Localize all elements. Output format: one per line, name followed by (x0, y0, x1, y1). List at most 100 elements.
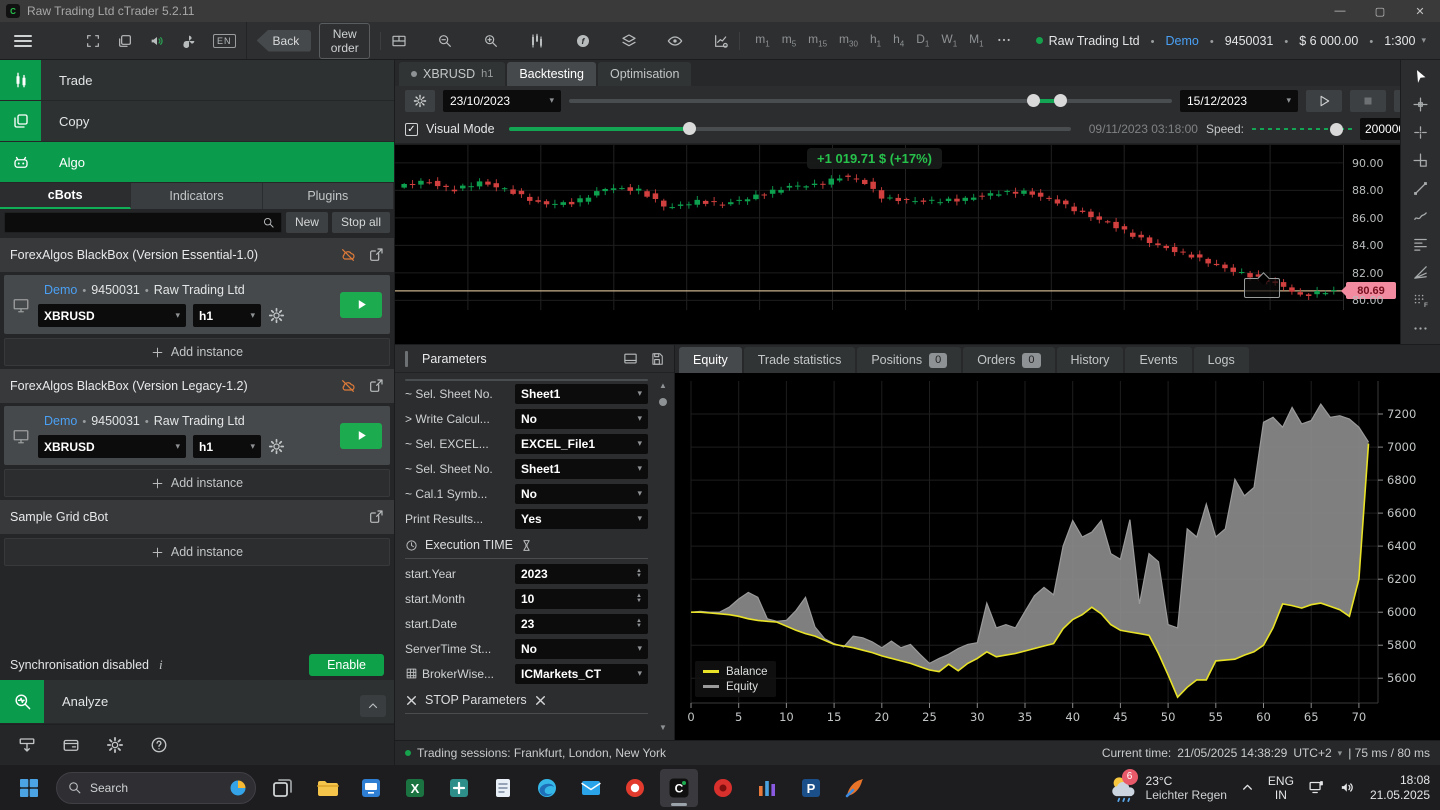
candles-icon[interactable] (529, 33, 545, 49)
taskbar-clock[interactable]: 18:08 21.05.2025 (1370, 773, 1430, 803)
price-axis[interactable]: 80.69 90.0088.0086.0084.0082.0080.00 (1343, 145, 1400, 310)
param-select[interactable]: EXCEL_File1▾ (515, 434, 648, 454)
taskbar-search[interactable]: Search (56, 772, 256, 804)
info-icon[interactable]: i (159, 657, 163, 673)
eye-icon[interactable] (667, 33, 683, 49)
timeframe-W1[interactable]: W1 (941, 32, 957, 48)
param-select[interactable]: ICMarkets_CT▾ (515, 664, 648, 684)
range-handle-end[interactable] (1054, 94, 1067, 107)
backtest-settings-button[interactable] (405, 90, 435, 112)
param-stepper[interactable]: 2023▲▼ (515, 564, 648, 584)
cursor-icon[interactable] (1412, 68, 1429, 85)
parameters-scrollbar[interactable]: ▲▼ (657, 381, 669, 732)
taskbar-app-rocket-app-icon[interactable] (836, 769, 874, 807)
menu-icon[interactable] (14, 35, 32, 47)
weather-widget[interactable]: 6 23°CLeichter Regen (1102, 773, 1227, 803)
withdraw-icon[interactable] (18, 736, 36, 754)
pattern-icon[interactable]: F (1412, 292, 1429, 309)
wallet-icon[interactable] (62, 736, 80, 754)
taskbar-app-teal-app-icon[interactable] (440, 769, 478, 807)
param-section-execution-time[interactable]: Execution TIME (405, 533, 648, 557)
share-icon[interactable] (368, 378, 384, 394)
indicators-icon[interactable]: f (575, 33, 591, 49)
minimize-button[interactable]: — (1320, 0, 1360, 22)
visual-progress-slider[interactable] (509, 118, 1071, 140)
new-order-button[interactable]: New order (319, 23, 370, 59)
visual-mode-checkbox[interactable]: ✓ (405, 123, 418, 136)
taskbar-app-task-view-icon[interactable] (264, 769, 302, 807)
zoom-out-icon[interactable] (437, 33, 453, 49)
crosshair-icon[interactable] (1412, 96, 1429, 113)
back-button[interactable]: Back (257, 30, 312, 52)
collapse-sidebar-button[interactable] (360, 695, 386, 717)
help-icon[interactable] (150, 736, 168, 754)
visual-progress-handle[interactable] (683, 122, 696, 135)
speed-slider[interactable] (1252, 118, 1352, 140)
volume-icon[interactable] (1339, 779, 1356, 796)
display-icon[interactable] (1308, 779, 1325, 796)
cbot-header[interactable]: ForexAlgos BlackBox (Version Essential-1… (0, 238, 394, 272)
param-select[interactable]: Yes▾ (515, 509, 648, 529)
sidebar-item-algo[interactable]: Algo (0, 142, 394, 183)
zoom-in-icon[interactable] (483, 33, 499, 49)
speed-handle[interactable] (1330, 123, 1343, 136)
play-backtest-button[interactable] (1306, 90, 1342, 112)
sidebar-item-trade[interactable]: Trade (0, 60, 394, 101)
taskbar-app-excel-icon[interactable]: X (396, 769, 434, 807)
language-icon[interactable]: EN (213, 34, 236, 48)
start-cbot-button[interactable] (340, 292, 382, 318)
save-icon[interactable] (650, 352, 664, 366)
gear-icon[interactable] (268, 307, 285, 324)
tab-backtesting[interactable]: Backtesting (507, 62, 596, 86)
equity-chart[interactable]: 5600580060006200640066006800700072000510… (675, 373, 1440, 740)
timeframe-h1[interactable]: h1 (870, 32, 881, 48)
close-button[interactable]: ✕ (1400, 0, 1440, 22)
timeframe-m15[interactable]: m15 (808, 32, 827, 48)
maximize-button[interactable]: ▢ (1360, 0, 1400, 22)
cloud-off-icon[interactable] (340, 247, 356, 263)
param-select[interactable]: Sheet1▾ (515, 384, 648, 404)
fibonacci-icon[interactable] (1412, 236, 1429, 253)
fullscreen-icon[interactable] (85, 33, 101, 49)
add-instance-button[interactable]: Add instance (4, 538, 390, 566)
add-instance-button[interactable]: Add instance (4, 338, 390, 366)
cbot-header[interactable]: ForexAlgos BlackBox (Version Legacy-1.2) (0, 369, 394, 403)
sidebar-tab-plugins[interactable]: Plugins (263, 183, 394, 209)
symbol-select[interactable]: XBRUSD▾ (38, 304, 186, 327)
param-stepper[interactable]: 23▲▼ (515, 614, 648, 634)
timezone-select[interactable]: UTC+2 (1293, 746, 1331, 760)
timeframe-m30[interactable]: m30 (839, 32, 858, 48)
backtest-range-slider[interactable] (569, 90, 1172, 112)
price-chart[interactable]: +1 019.71 $ (+17%) 80.69 90.0088.0086.00… (395, 144, 1400, 344)
range-handle-start[interactable] (1027, 94, 1040, 107)
timeframe-m1[interactable]: m1 (755, 32, 769, 48)
cbot-header[interactable]: Sample Grid cBot (0, 500, 394, 534)
chart-layout-icon[interactable] (391, 33, 407, 49)
gear-icon[interactable] (106, 736, 124, 754)
fib-fan-icon[interactable] (1412, 264, 1429, 281)
timeframe-m5[interactable]: m5 (782, 32, 796, 48)
windows-icon[interactable] (117, 33, 133, 49)
taskbar-app-mail-icon[interactable] (572, 769, 610, 807)
crosshair-alt-icon[interactable] (1412, 124, 1429, 141)
taskbar-app-remote-app-icon[interactable] (352, 769, 390, 807)
tab-equity[interactable]: Equity (679, 347, 742, 373)
target-icon[interactable] (1412, 152, 1429, 169)
taskbar-app-ctrader-icon[interactable]: C (660, 769, 698, 807)
language-switcher[interactable]: ENGIN (1268, 774, 1294, 802)
sidebar-item-analyze[interactable]: Analyze (0, 680, 394, 724)
chevron-up-icon[interactable] (1241, 781, 1254, 794)
tab-events[interactable]: Events (1125, 347, 1191, 373)
puzzle-icon[interactable] (181, 33, 197, 49)
taskbar-app-notepad-icon[interactable] (484, 769, 522, 807)
tab-history[interactable]: History (1057, 347, 1124, 373)
param-section-stop-parameters[interactable]: STOP Parameters (405, 688, 648, 712)
scroll-down-icon[interactable]: ▼ (659, 723, 667, 732)
timeframe-select[interactable]: h1▾ (193, 435, 261, 458)
share-icon[interactable] (368, 509, 384, 525)
sidebar-tab-cbots[interactable]: cBots (0, 183, 131, 209)
gear-icon[interactable] (268, 438, 285, 455)
param-select[interactable]: Sheet1▾ (515, 459, 648, 479)
taskbar-app-red-app-icon[interactable] (704, 769, 742, 807)
trendline-icon[interactable] (1412, 180, 1429, 197)
